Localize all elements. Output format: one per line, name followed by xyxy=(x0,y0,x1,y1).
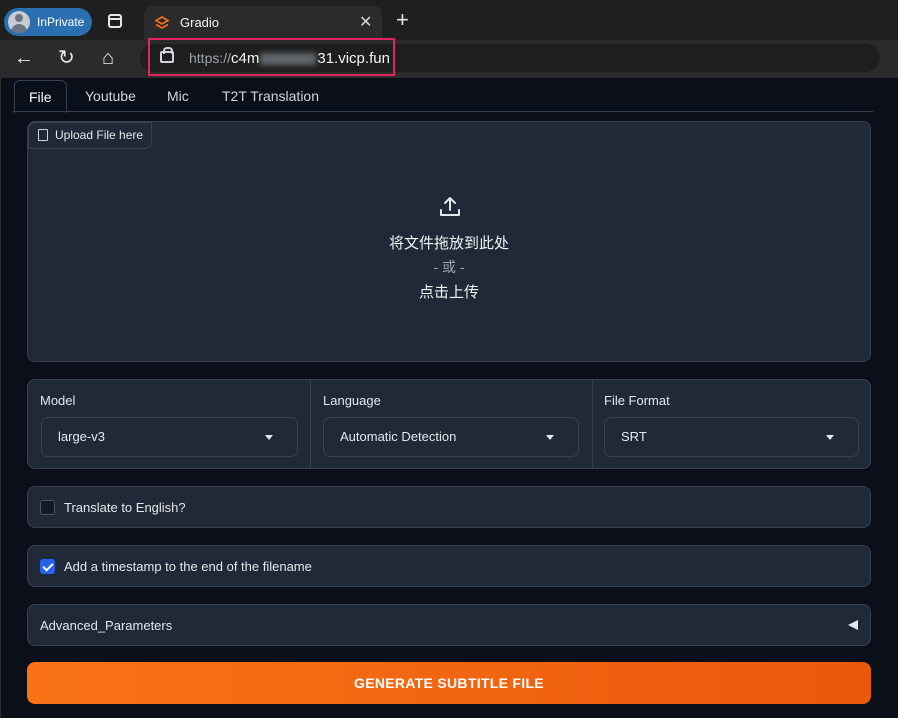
file-format-label: File Format xyxy=(604,393,670,408)
chevron-down-icon xyxy=(265,435,273,440)
translate-checkbox-label[interactable]: Translate to English? xyxy=(64,500,186,515)
close-icon[interactable]: ✕ xyxy=(359,12,372,32)
tab-youtube[interactable]: Youtube xyxy=(71,80,150,112)
refresh-icon[interactable]: ↻ xyxy=(58,48,75,68)
tab-divider xyxy=(13,111,873,112)
url-highlight-box xyxy=(148,38,395,76)
tab-mic[interactable]: Mic xyxy=(153,80,203,112)
language-dropdown[interactable]: Automatic Detection xyxy=(323,417,579,457)
options-panel: Model large-v3 Language Automatic Detect… xyxy=(27,379,871,469)
timestamp-row: Add a timestamp to the end of the filena… xyxy=(27,545,871,587)
or-separator: - 或 - xyxy=(433,259,465,275)
gradio-logo-icon xyxy=(155,16,169,29)
advanced-parameters-label: Advanced_Parameters xyxy=(40,618,173,633)
click-to-upload-text: 点击上传 xyxy=(418,284,479,301)
profile-label: InPrivate xyxy=(37,15,85,29)
file-format-dropdown[interactable]: SRT xyxy=(604,417,859,457)
file-upload-dropzone[interactable]: Upload File here 将文件拖放到此处 - 或 - 点击上传 xyxy=(27,121,871,362)
translate-checkbox[interactable] xyxy=(40,500,55,515)
tab-file[interactable]: File xyxy=(14,80,67,113)
language-value: Automatic Detection xyxy=(340,429,457,444)
model-dropdown[interactable]: large-v3 xyxy=(41,417,298,457)
column-divider xyxy=(592,380,593,468)
upload-icon xyxy=(440,197,460,216)
expand-arrow-icon[interactable] xyxy=(848,620,858,630)
browser-tab-bar: InPrivate Gradio ✕ + xyxy=(0,0,898,40)
advanced-parameters-accordion[interactable]: Advanced_Parameters xyxy=(27,604,871,646)
timestamp-checkbox[interactable] xyxy=(40,559,55,574)
gradio-page: File Youtube Mic T2T Translation Upload … xyxy=(0,78,898,718)
column-divider xyxy=(310,380,311,468)
back-arrow-icon[interactable]: ← xyxy=(14,48,34,68)
home-icon[interactable]: ⌂ xyxy=(102,48,114,68)
model-value: large-v3 xyxy=(58,429,105,444)
avatar xyxy=(8,11,30,33)
drop-file-text: 将文件拖放到此处 xyxy=(388,235,509,252)
tab-title: Gradio xyxy=(180,15,220,30)
browser-tab-gradio[interactable]: Gradio ✕ xyxy=(144,6,382,40)
file-icon xyxy=(38,129,48,141)
generate-subtitle-button[interactable]: GENERATE SUBTITLE FILE xyxy=(27,662,871,704)
translate-row: Translate to English? xyxy=(27,486,871,528)
chevron-down-icon xyxy=(546,435,554,440)
upload-chip-text: Upload File here xyxy=(55,128,144,142)
chevron-down-icon xyxy=(826,435,834,440)
tab-t2t-translation[interactable]: T2T Translation xyxy=(208,80,333,112)
tab-actions-icon[interactable] xyxy=(108,14,122,28)
upload-file-label: Upload File here xyxy=(28,122,153,149)
file-format-value: SRT xyxy=(621,429,647,444)
model-label: Model xyxy=(40,393,76,408)
language-label: Language xyxy=(323,393,381,408)
new-tab-button[interactable]: + xyxy=(396,8,409,32)
timestamp-checkbox-label[interactable]: Add a timestamp to the end of the filena… xyxy=(64,559,312,574)
inprivate-profile-button[interactable]: InPrivate xyxy=(4,8,92,36)
